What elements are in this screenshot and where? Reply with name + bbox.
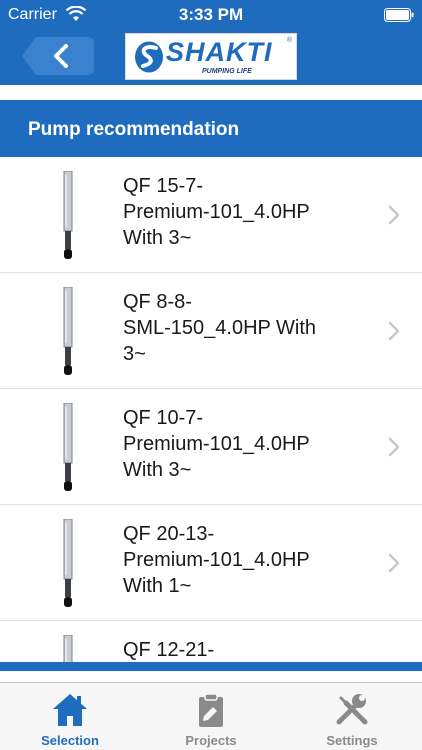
tools-icon xyxy=(336,694,368,725)
chevron-right-icon xyxy=(388,205,400,225)
pump-name: QF 15-7- Premium-101_4.0HP With 3~ xyxy=(123,175,310,249)
tab-bar: Selection Projects Settings xyxy=(0,682,422,750)
pump-image xyxy=(63,635,73,662)
shakti-logo-mark-icon xyxy=(135,41,163,73)
pump-row[interactable]: QF 12-21- xyxy=(0,621,422,662)
battery-icon xyxy=(384,8,414,22)
pump-image xyxy=(63,403,73,491)
tab-label: Settings xyxy=(326,733,378,748)
pump-image xyxy=(63,287,73,375)
clipboard-icon xyxy=(199,693,223,727)
pump-name: QF 10-7- Premium-101_4.0HP With 3~ xyxy=(123,407,310,481)
pump-row[interactable]: QF 10-7- Premium-101_4.0HP With 3~ xyxy=(0,389,422,505)
logo-tagline: PUMPING LIFE xyxy=(202,68,252,75)
pump-row[interactable]: QF 15-7- Premium-101_4.0HP With 3~ xyxy=(0,157,422,273)
divider-strip xyxy=(0,662,422,671)
pump-row[interactable]: QF 20-13- Premium-101_4.0HP With 1~ xyxy=(0,505,422,621)
pump-name: QF 8-8- SML-150_4.0HP With 3~ xyxy=(123,291,317,365)
pump-row[interactable]: QF 8-8- SML-150_4.0HP With 3~ xyxy=(0,273,422,389)
chevron-left-icon xyxy=(54,44,68,68)
logo-brand: SHAKTI xyxy=(166,37,273,67)
logo-registered: ® xyxy=(286,37,292,44)
pump-image xyxy=(63,171,73,259)
pump-image xyxy=(63,519,73,607)
chevron-right-icon xyxy=(388,437,400,457)
status-time: 3:33 PM xyxy=(178,5,244,24)
home-icon xyxy=(53,694,87,726)
shakti-logo: SHAKTI ® PUMPING LIFE xyxy=(125,33,297,80)
section-title: Pump recommendation xyxy=(0,100,422,157)
app-header: Carrier 3:33 PM SHAKTI ® PUMPING LIFE xyxy=(0,0,422,85)
back-button[interactable] xyxy=(22,37,94,75)
chevron-right-icon xyxy=(388,553,400,573)
tab-projects[interactable]: Projects xyxy=(141,683,281,750)
tab-settings[interactable]: Settings xyxy=(282,683,422,750)
tab-label: Selection xyxy=(41,733,99,748)
chevron-right-icon xyxy=(388,321,400,341)
status-bar: Carrier 3:33 PM xyxy=(0,0,422,30)
pump-name: QF 12-21- xyxy=(123,639,215,661)
pump-name: QF 20-13- Premium-101_4.0HP With 1~ xyxy=(123,523,310,597)
pump-list[interactable]: QF 15-7- Premium-101_4.0HP With 3~ QF 8-8… xyxy=(0,157,422,662)
tab-label: Projects xyxy=(185,733,237,748)
tab-selection[interactable]: Selection xyxy=(0,683,140,750)
